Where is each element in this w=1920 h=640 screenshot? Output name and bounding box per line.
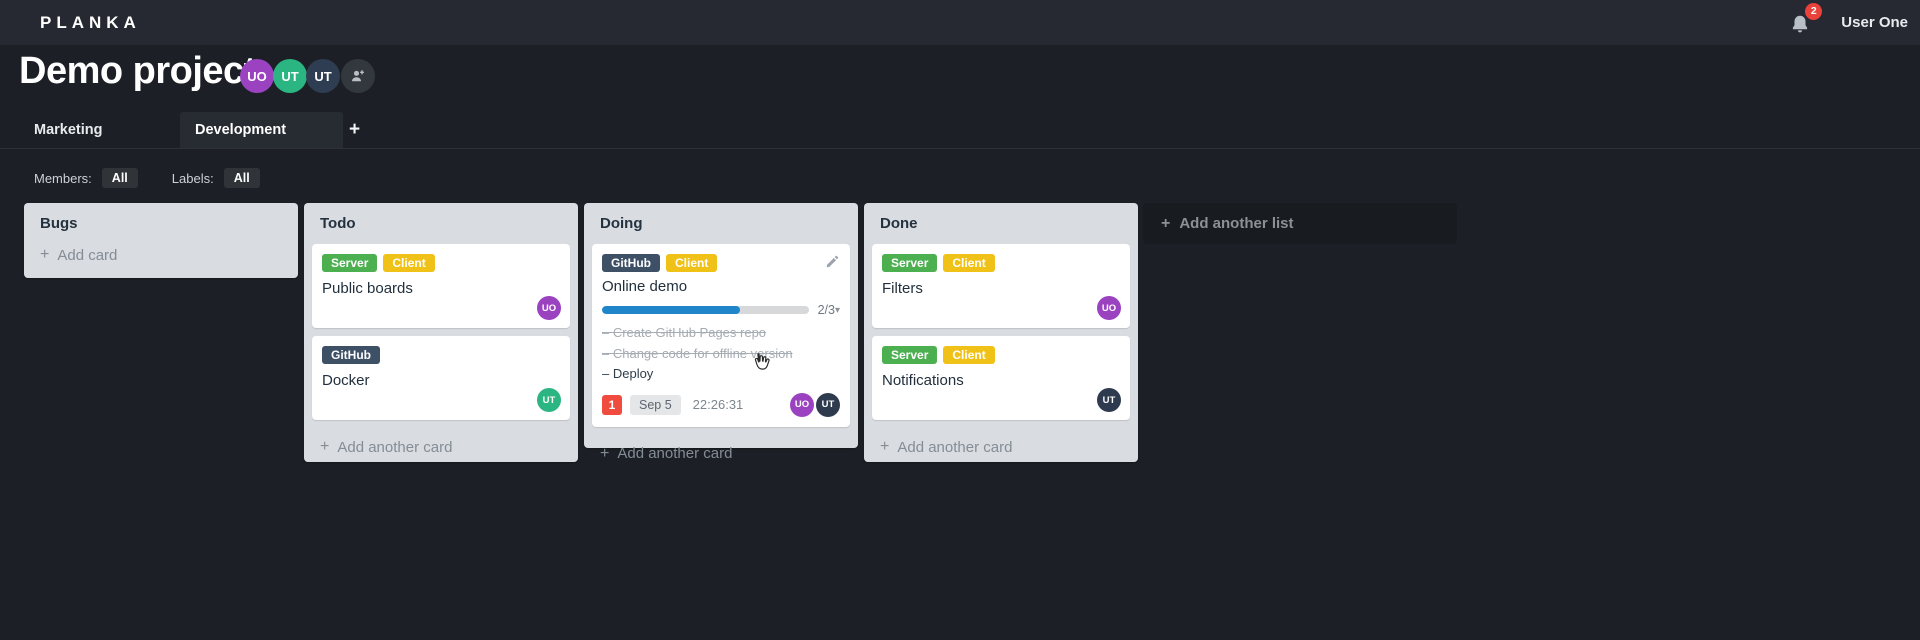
user-menu[interactable]: User One: [1841, 14, 1908, 31]
list-title[interactable]: Doing: [584, 203, 858, 236]
members-filter-label: Members:: [34, 170, 92, 186]
add-card-label: Add another card: [617, 445, 733, 462]
card-title: Filters: [882, 280, 923, 297]
add-card-button[interactable]: + Add another card: [584, 435, 858, 477]
add-member-button[interactable]: [341, 59, 375, 93]
list-todo: Todo Server Client Public boards UO GitH…: [304, 203, 578, 462]
card-footer: 1 Sep 5 22:26:31 UO UT: [602, 392, 840, 417]
edit-card-button[interactable]: [825, 254, 840, 274]
add-card-label: Add another card: [337, 438, 453, 456]
plus-icon: +: [880, 438, 890, 455]
add-card-label: Add card: [57, 246, 118, 264]
avatar[interactable]: UT: [306, 59, 340, 93]
add-list-button[interactable]: + Add another list: [1143, 203, 1457, 244]
avatar[interactable]: UO: [240, 59, 274, 93]
add-card-button[interactable]: + Add another card: [864, 428, 1138, 470]
card-notification-badge: 1: [602, 394, 622, 415]
tabbar-divider: [0, 148, 1920, 149]
label-chip: GitHub: [322, 346, 380, 364]
card-online-demo[interactable]: GitHub Client Online demo 2/3 ▾ Create G…: [592, 244, 850, 427]
avatar[interactable]: UT: [537, 388, 561, 412]
tab-marketing[interactable]: Marketing: [34, 112, 103, 148]
add-card-button[interactable]: + Add card: [24, 236, 298, 278]
labels-filter-value[interactable]: All: [223, 168, 260, 188]
labels-filter-label: Labels:: [171, 170, 214, 186]
page-title: Demo project: [19, 50, 256, 92]
filter-bar: Members: All Labels: All: [34, 165, 260, 191]
chevron-down-icon[interactable]: ▾: [835, 305, 840, 316]
list-doing: Doing GitHub Client Online demo 2/3 ▾ C: [584, 203, 858, 462]
label-chip: Client: [666, 254, 718, 272]
plus-icon: +: [40, 246, 50, 263]
add-list-label: Add another list: [1179, 215, 1294, 232]
label-chip: Client: [383, 254, 435, 272]
progress-fill: [602, 306, 741, 314]
avatar[interactable]: UO: [790, 392, 814, 417]
card-filters[interactable]: Server Client Filters UO: [872, 244, 1130, 328]
notifications-button[interactable]: 2: [1789, 2, 1823, 37]
label-chip: Client: [943, 254, 995, 272]
avatar[interactable]: UO: [1097, 296, 1121, 320]
plus-icon: +: [1161, 214, 1171, 232]
planka-board-page: PLANKA 2 User One Demo project UO UT UT: [0, 0, 1920, 640]
card-notifications[interactable]: Server Client Notifications UT: [872, 336, 1130, 420]
add-user-icon: [352, 70, 364, 82]
members-filter-value[interactable]: All: [101, 168, 138, 188]
label-chip: GitHub: [602, 254, 660, 272]
card-title: Notifications: [882, 372, 964, 389]
progress-count[interactable]: 2/3: [818, 303, 835, 317]
timer-value[interactable]: 22:26:31: [693, 397, 744, 412]
label-chip: Server: [882, 346, 938, 364]
card-title: Public boards: [322, 280, 413, 297]
plus-icon: +: [320, 438, 330, 455]
progress-track: [602, 306, 809, 314]
label-chip: Server: [882, 254, 938, 272]
list-title[interactable]: Done: [864, 203, 1138, 236]
notification-count-badge: 2: [1805, 2, 1823, 20]
avatar[interactable]: UT: [816, 392, 840, 417]
card-title: Docker: [322, 372, 370, 389]
avatar[interactable]: UT: [1097, 388, 1121, 412]
list-bugs: Bugs + Add card: [24, 203, 298, 278]
task-progress: 2/3 ▾: [602, 303, 840, 317]
list-title[interactable]: Todo: [304, 203, 578, 236]
card-title: Online demo: [602, 278, 688, 295]
pencil-icon: [826, 255, 839, 268]
add-card-label: Add another card: [897, 438, 1013, 456]
list-done: Done Server Client Filters UO Server Cli…: [864, 203, 1138, 462]
planka-logo[interactable]: PLANKA: [40, 13, 141, 33]
due-date-chip[interactable]: Sep 5: [630, 394, 681, 415]
label-chip: Client: [943, 346, 995, 364]
project-members: UO UT UT: [240, 59, 375, 93]
board-tabbar: Marketing Development +: [0, 112, 1920, 148]
tab-development[interactable]: Development: [180, 112, 343, 148]
card-docker[interactable]: GitHub Docker UT: [312, 336, 570, 420]
plus-icon: +: [600, 444, 610, 462]
task-list: Create GitHub Pages repo Change code for…: [602, 323, 840, 385]
task-item[interactable]: Change code for offline version: [602, 344, 840, 365]
add-board-button[interactable]: +: [349, 112, 360, 148]
avatar[interactable]: UT: [273, 59, 307, 93]
list-title[interactable]: Bugs: [24, 203, 298, 236]
add-card-button[interactable]: + Add another card: [304, 428, 578, 470]
label-chip: Server: [322, 254, 378, 272]
avatar[interactable]: UO: [537, 296, 561, 320]
task-item[interactable]: Deploy: [602, 364, 840, 385]
task-item[interactable]: Create GitHub Pages repo: [602, 323, 840, 344]
card-public-boards[interactable]: Server Client Public boards UO: [312, 244, 570, 328]
app-header: PLANKA 2 User One: [0, 0, 1920, 45]
